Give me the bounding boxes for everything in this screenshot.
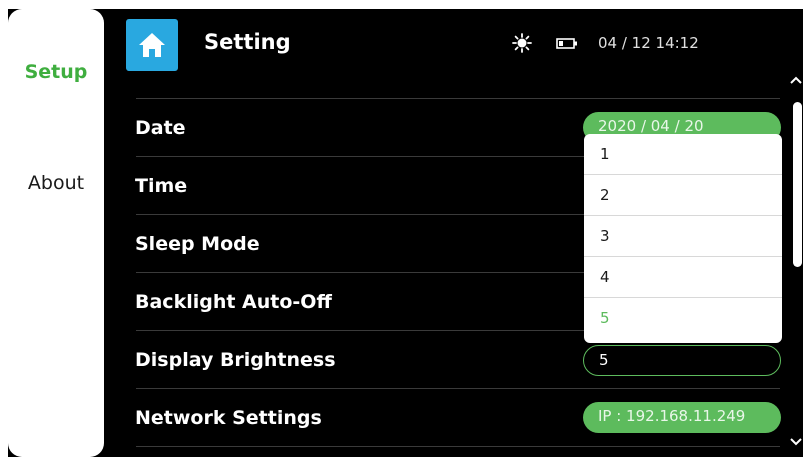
divider [136, 446, 780, 447]
sidebar: Setup About [8, 9, 104, 457]
scrollbar-thumb[interactable] [793, 102, 802, 267]
dropdown-option[interactable]: 3 [584, 216, 782, 257]
brightness-dropdown: 1 2 3 4 5 [584, 134, 782, 343]
page-title: Setting [204, 30, 291, 54]
row-label-date: Date [135, 117, 186, 139]
dropdown-option[interactable]: 2 [584, 175, 782, 216]
row-label-time: Time [135, 175, 188, 197]
row-label-display-brightness: Display Brightness [135, 349, 336, 371]
network-ip-button[interactable]: IP : 192.168.11.249 [583, 402, 781, 433]
device-screen: Setup About Setting 04 / 12 14:12 Date T… [8, 9, 803, 457]
row-label-sleep-mode: Sleep Mode [135, 233, 260, 255]
brightness-select[interactable]: 5 [583, 345, 781, 376]
home-icon [139, 33, 165, 57]
dropdown-option[interactable]: 4 [584, 257, 782, 298]
sidebar-item-about[interactable]: About [8, 172, 104, 194]
battery-icon [556, 38, 577, 49]
divider [136, 98, 780, 99]
dropdown-option[interactable]: 1 [584, 134, 782, 175]
divider [136, 388, 780, 389]
sidebar-item-setup[interactable]: Setup [8, 61, 104, 83]
home-button[interactable] [126, 19, 178, 71]
chevron-down-icon[interactable] [789, 437, 803, 447]
status-clock: 04 / 12 14:12 [598, 34, 699, 52]
row-label-network-settings: Network Settings [135, 407, 322, 429]
row-label-backlight-auto-off: Backlight Auto-Off [135, 291, 332, 313]
chevron-up-icon[interactable] [789, 75, 803, 85]
brightness-icon [512, 33, 532, 53]
dropdown-option-selected[interactable]: 5 [584, 298, 782, 339]
